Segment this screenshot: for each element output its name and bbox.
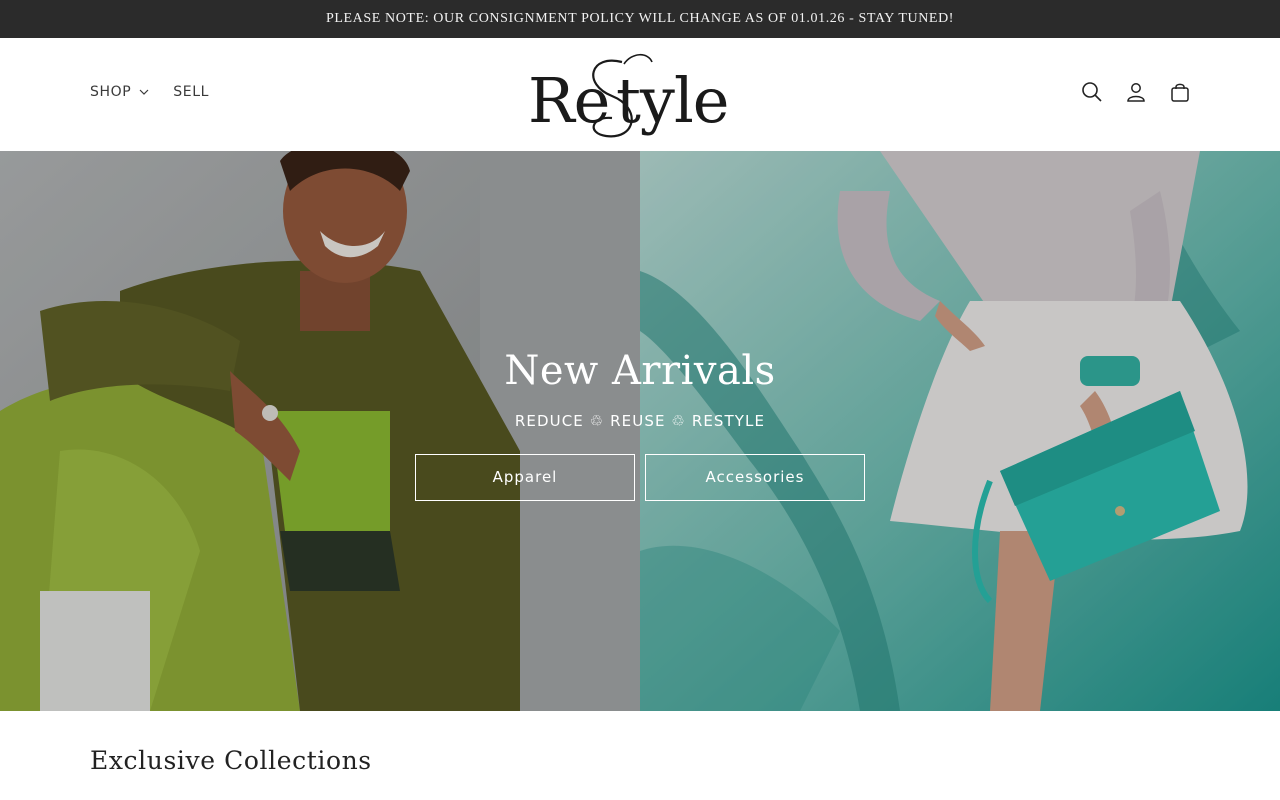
- nav-shop[interactable]: SHOP: [90, 84, 151, 100]
- site-header: SHOP SELL Re tyle: [0, 38, 1280, 151]
- apparel-button-label: Apparel: [492, 468, 558, 486]
- site-logo[interactable]: Re tyle: [520, 44, 760, 144]
- nav-sell[interactable]: SELL: [173, 84, 209, 100]
- svg-text:tyle: tyle: [616, 64, 728, 137]
- primary-nav: SHOP SELL: [90, 84, 209, 100]
- accessories-button[interactable]: Accessories: [645, 453, 865, 501]
- nav-shop-label: SHOP: [90, 84, 132, 100]
- account-icon[interactable]: [1124, 80, 1148, 104]
- svg-text:Re: Re: [528, 64, 609, 137]
- hero-subtitle: REDUCE ♲ REUSE ♲ RESTYLE: [514, 411, 766, 430]
- search-icon[interactable]: [1080, 80, 1104, 104]
- hero-banner: New Arrivals REDUCE ♲ REUSE ♲ RESTYLE Ap…: [0, 151, 1280, 711]
- accessories-button-label: Accessories: [705, 468, 805, 486]
- header-actions: [1080, 80, 1192, 104]
- hero-title: New Arrivals: [504, 347, 776, 394]
- hero-buttons: Apparel Accessories: [415, 453, 865, 501]
- chevron-down-icon: [137, 85, 151, 99]
- apparel-button[interactable]: Apparel: [415, 453, 635, 501]
- announcement-bar: PLEASE NOTE: OUR CONSIGNMENT POLICY WILL…: [0, 0, 1280, 38]
- announcement-text: PLEASE NOTE: OUR CONSIGNMENT POLICY WILL…: [325, 11, 955, 26]
- cart-icon[interactable]: [1168, 80, 1192, 104]
- nav-sell-label: SELL: [173, 84, 210, 100]
- collections-title: Exclusive Collections: [90, 746, 372, 775]
- hero-content: New Arrivals REDUCE ♲ REUSE ♲ RESTYLE Ap…: [0, 151, 1280, 711]
